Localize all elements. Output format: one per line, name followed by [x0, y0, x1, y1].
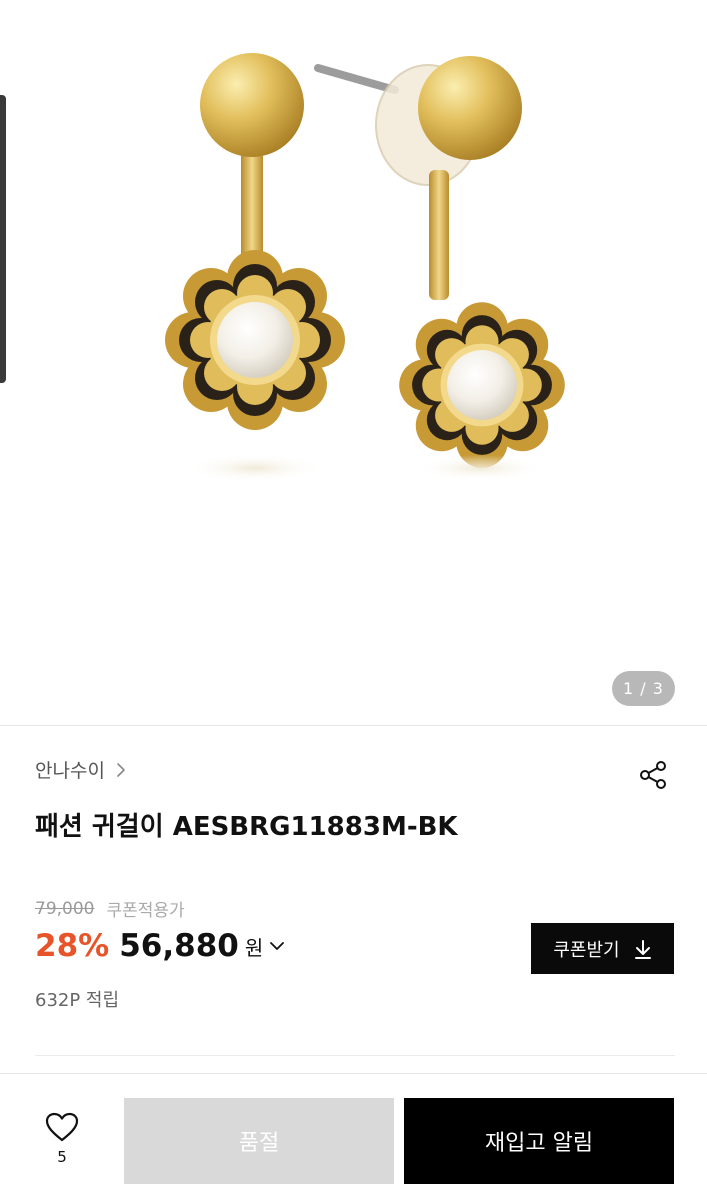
- coupon-button-label: 쿠폰받기: [553, 939, 620, 961]
- share-button[interactable]: [634, 756, 672, 794]
- original-price: 79,000: [35, 898, 95, 919]
- coupon-price-note: 쿠폰적용가: [106, 901, 185, 921]
- restock-alert-button[interactable]: 재입고 알림: [404, 1098, 674, 1184]
- product-gallery[interactable]: 1 / 3: [0, 0, 707, 725]
- soldout-button: 품절: [124, 1098, 394, 1184]
- scroll-indicator: [0, 95, 6, 383]
- brand-link[interactable]: 안나수이: [35, 756, 129, 783]
- share-icon: [640, 761, 666, 789]
- earring-product-image: [165, 53, 565, 482]
- currency-unit: 원: [244, 935, 264, 960]
- section-divider: [35, 1055, 675, 1056]
- price-block: 79,000 쿠폰적용가: [35, 896, 185, 922]
- download-icon: [634, 939, 651, 959]
- sale-price: 56,880: [119, 928, 239, 964]
- section-divider: [0, 725, 707, 726]
- like-count: 5: [57, 1148, 67, 1166]
- chevron-down-icon[interactable]: [269, 938, 285, 954]
- bottom-action-bar: 5 품절 재입고 알림: [0, 1073, 707, 1200]
- product-title: 패션 귀걸이 AESBRG11883M-BK: [35, 812, 458, 842]
- like-button[interactable]: 5: [38, 1112, 86, 1176]
- heart-icon: [45, 1112, 79, 1142]
- image-page-indicator: 1 / 3: [612, 671, 675, 706]
- discount-rate: 28%: [35, 928, 110, 964]
- brand-name: 안나수이: [35, 760, 105, 782]
- reward-points: 632P 적립: [35, 990, 120, 1011]
- coupon-download-button[interactable]: 쿠폰받기: [531, 923, 674, 974]
- chevron-right-icon: [117, 762, 125, 777]
- sale-price-row: 28% 56,880 원: [35, 928, 285, 964]
